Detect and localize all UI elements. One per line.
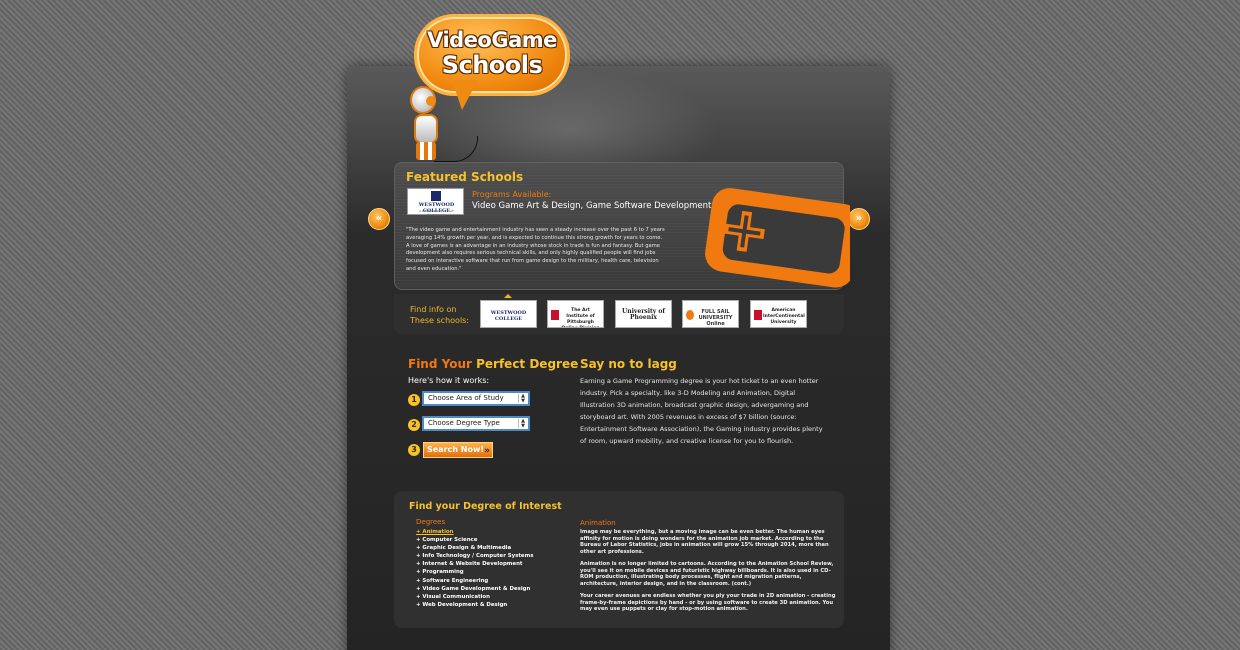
selected-school-caret-icon: [504, 294, 512, 298]
school-logo-art-institute[interactable]: The Art Institute of Pittsburgh Online D…: [547, 300, 604, 328]
school-logo-name: WESTWOOD COLLEGE: [490, 310, 527, 322]
animation-description: Image may be everything, but a moving im…: [580, 529, 836, 619]
aiu-mark-icon: [754, 310, 762, 320]
degree-link-visual-communication[interactable]: + Visual Communication: [416, 593, 533, 601]
school-logo-aiu[interactable]: American InterContinental University: [750, 300, 807, 328]
school-logo-westwood[interactable]: WESTWOOD COLLEGE: [480, 300, 537, 328]
school-logo-full-sail[interactable]: FULL SAIL UNIVERSITY Online: [682, 300, 739, 328]
find-info-label: Find info on These schools:: [410, 305, 470, 325]
degree-link-internet-website[interactable]: + Internet & Website Development: [416, 560, 533, 568]
school-logo-name: University of Phoenix: [622, 308, 665, 321]
animation-paragraph: Your career avenues are endless whether …: [580, 593, 836, 612]
degree-list: + Animation + Computer Science + Graphic…: [416, 528, 533, 609]
step-1-badge: 1: [408, 394, 420, 406]
interest-title: Find your Degree of Interest: [409, 501, 562, 512]
degree-link-software-engineering[interactable]: + Software Engineering: [416, 577, 533, 585]
perfect-degree-title-a: Find Your: [408, 357, 472, 371]
search-now-label: Search Now!: [427, 445, 484, 454]
featured-school-logo-sub: A DEVRY INSTITUTE OF TECHNOLOGY: [419, 209, 454, 217]
degree-type-value: Choose Degree Type: [428, 419, 500, 427]
westwood-shield-icon: [431, 191, 441, 201]
school-logo-phoenix[interactable]: University of Phoenix: [615, 300, 672, 328]
area-of-study-value: Choose Area of Study: [428, 394, 504, 402]
logo-line2: Schools: [441, 51, 543, 79]
lagg-title: Say no to lagg: [580, 357, 677, 371]
degrees-label: Degrees: [416, 518, 446, 526]
dropdown-arrows-icon: ▲ ▼: [518, 394, 527, 404]
step-3-badge: 3: [408, 444, 420, 456]
degree-link-video-game-development[interactable]: + Video Game Development & Design: [416, 585, 533, 593]
degree-of-interest-panel: Find your Degree of Interest Degrees + A…: [394, 491, 844, 628]
logo-text: VideoGame Schools: [414, 28, 570, 78]
school-logo-name: The Art Institute of Pittsburgh Online D…: [561, 308, 599, 327]
perfect-degree-title-b: Perfect Degree: [476, 357, 579, 371]
featured-quote: "The video game and entertainment indust…: [406, 227, 665, 272]
programs-value: Video Game Art & Design, Game Software D…: [472, 201, 712, 211]
lagg-text: Earning a Game Programming degree is you…: [580, 377, 823, 445]
animation-paragraph: Image may be everything, but a moving im…: [580, 529, 829, 555]
dropdown-arrows-icon: ▲ ▼: [518, 419, 527, 429]
full-sail-mark-icon: [686, 310, 694, 320]
next-arrow-button[interactable]: »: [848, 208, 870, 230]
game-console-icon: [705, 188, 850, 288]
previous-arrow-button[interactable]: «: [368, 208, 390, 230]
featured-schools-panel: Featured Schools WESTWOOD COLLEGE A DEVR…: [394, 162, 850, 290]
school-logo-name: American InterContinental University: [763, 308, 805, 325]
degree-link-web-development[interactable]: + Web Development & Design: [416, 601, 533, 609]
featured-school-logo[interactable]: WESTWOOD COLLEGE A DEVRY INSTITUTE OF TE…: [407, 188, 464, 217]
animation-title: Animation: [580, 519, 616, 527]
robot-mascot-icon: [404, 86, 484, 166]
programs-label: Programs Available:: [472, 190, 552, 199]
schools-strip: Find info on These schools: WESTWOOD COL…: [394, 294, 844, 334]
featured-title: Featured Schools: [406, 170, 524, 184]
degree-type-select[interactable]: Choose Degree Type ▲ ▼: [422, 416, 530, 431]
area-of-study-select[interactable]: Choose Area of Study ▲ ▼: [422, 391, 530, 406]
degree-link-graphic-design[interactable]: + Graphic Design & Multimedia: [416, 544, 533, 552]
degree-link-animation[interactable]: + Animation: [416, 528, 533, 536]
degree-link-programming[interactable]: + Programming: [416, 568, 533, 576]
degree-link-computer-science[interactable]: + Computer Science: [416, 536, 533, 544]
animation-paragraph: Animation is no longer limited to cartoo…: [580, 561, 834, 587]
search-now-button[interactable]: Search Now! »: [423, 442, 493, 458]
logo-line1: VideoGame: [427, 28, 557, 52]
perfect-degree-title: Find Your Perfect Degree: [408, 357, 578, 371]
step-2-badge: 2: [408, 419, 420, 431]
degree-link-info-technology[interactable]: + Info Technology / Computer Systems: [416, 552, 533, 560]
art-institute-mark-icon: [551, 310, 559, 320]
chevron-right-icon: »: [484, 446, 490, 456]
how-it-works-label: Here's how it works:: [408, 376, 490, 385]
school-logo-name: FULL SAIL UNIVERSITY Online: [698, 309, 733, 327]
